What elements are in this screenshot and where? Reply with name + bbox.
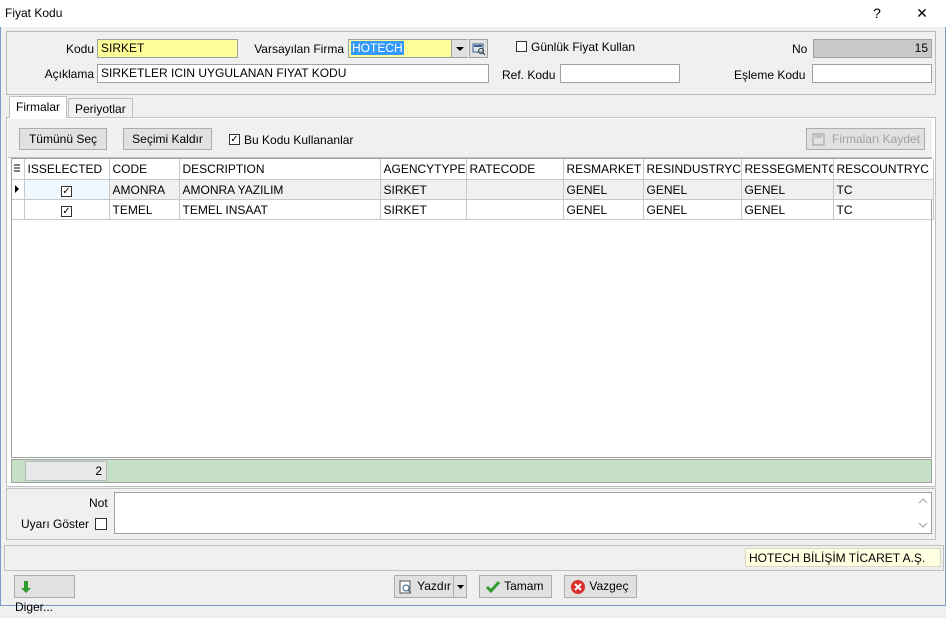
aciklama-field[interactable]: SIRKETLER ICIN UYGULANAN FIYAT KODU [97,64,489,83]
check-icon [485,580,501,594]
deselect-button[interactable]: Seçimi Kaldır [123,128,212,150]
grid-header-row: ISSELECTED CODE DESCRIPTION AGENCYTYPE R… [12,159,934,180]
not-label: Not [89,496,108,510]
row-indicator [12,179,25,200]
no-field: 15 [813,39,932,58]
chevron-down-icon [456,47,464,51]
col-resmarket[interactable]: RESMARKET [563,159,644,180]
cell-ressegment[interactable]: GENEL [741,179,834,200]
cell-resmarket[interactable]: GENEL [563,179,644,200]
vazgec-label: Vazgeç [589,579,629,593]
uyari-goster-label: Uyarı Göster [21,517,90,531]
help-button[interactable]: ? [854,0,900,27]
cell-isselected[interactable]: ✓ [24,179,110,200]
aciklama-label: Açıklama [44,67,94,81]
ref-kodu-label: Ref. Kodu [502,68,556,82]
col-rescountry[interactable]: RESCOUNTRYC [833,159,934,180]
row-indicator [12,199,25,220]
combo-dropdown-button[interactable] [451,40,468,57]
lookup-button[interactable] [469,39,488,58]
cell-resindustry[interactable]: GENEL [643,199,742,220]
firms-table: ISSELECTED CODE DESCRIPTION AGENCYTYPE R… [12,159,934,220]
lookup-icon [472,43,486,56]
title-bar [0,0,946,27]
gunluk-fiyat-checkbox[interactable] [516,41,527,52]
col-agencytype[interactable]: AGENCYTYPE [380,159,467,180]
tab-firmalar[interactable]: Firmalar [9,96,67,118]
arrow-down-icon [21,580,31,593]
cell-agencytype[interactable]: SIRKET [380,199,467,220]
not-textarea[interactable] [114,492,932,534]
gunluk-fiyat-label: Günlük Fiyat Kullan [531,40,636,54]
close-button[interactable]: ✕ [899,0,945,27]
diger-button[interactable]: Diger... [14,575,75,614]
tamam-button[interactable]: Tamam [479,575,552,598]
grid-footer: 2 [11,459,932,483]
cell-resmarket[interactable]: GENEL [563,199,644,220]
cell-isselected[interactable]: ✓ [24,199,110,220]
grid-indicator-header[interactable] [12,159,25,180]
company-name: HOTECH BİLİŞİM TİCARET A.Ş. [745,548,941,567]
column-chooser-icon [14,164,20,172]
cell-rescountry[interactable]: TC [833,199,934,220]
chevron-down-icon [457,585,464,589]
table-row[interactable]: ✓ AMONRA AMONRA YAZILIM SIRKET GENEL GEN… [12,179,934,200]
select-all-button[interactable]: Tümünü Seç [19,128,107,150]
bu-kodu-kullananlar-label: Bu Kodu Kullananlar [244,133,354,147]
tab-periyotlar[interactable]: Periyotlar [68,98,133,118]
scroll-arrows-icon [918,498,928,528]
cell-rescountry[interactable]: TC [833,179,934,200]
save-firms-button[interactable]: Firmaları Kaydet [806,128,925,150]
diger-label: Diger... [15,600,54,614]
print-preview-icon [399,580,412,594]
cancel-icon [571,579,585,594]
col-isselected[interactable]: ISSELECTED [24,159,110,180]
cell-ressegment[interactable]: GENEL [741,199,834,220]
save-icon [812,133,825,146]
varsayilan-firma-label: Varsayılan Firma [254,42,344,56]
cell-description[interactable]: TEMEL INSAAT [179,199,381,220]
col-ressegment[interactable]: RESSEGMENTC [741,159,834,180]
yazdir-label: Yazdır [417,579,451,593]
firms-grid[interactable]: ISSELECTED CODE DESCRIPTION AGENCYTYPE R… [11,158,934,458]
col-description[interactable]: DESCRIPTION [179,159,381,180]
bu-kodu-kullananlar-checkbox[interactable]: ✓ [229,134,240,145]
window-title: Fiyat Kodu [5,6,63,20]
cell-description[interactable]: AMONRA YAZILIM [179,179,381,200]
row-checkbox[interactable]: ✓ [61,185,72,197]
uyari-goster-checkbox[interactable] [95,518,107,530]
tamam-label: Tamam [504,579,544,593]
cell-ratecode[interactable] [466,179,564,200]
vazgec-button[interactable]: Vazgeç [564,575,637,598]
yazdir-dropdown[interactable] [453,576,467,597]
current-row-icon [15,184,19,193]
col-resindustry[interactable]: RESINDUSTRYC [643,159,742,180]
varsayilan-firma-value: HOTECH [351,41,404,55]
save-firms-label: Firmaları Kaydet [831,132,920,146]
cell-code[interactable]: TEMEL [109,199,180,220]
esleme-kodu-field[interactable] [812,64,932,83]
cell-ratecode[interactable] [466,199,564,220]
row-checkbox[interactable]: ✓ [61,205,72,217]
kodu-label: Kodu [65,42,94,56]
cell-agencytype[interactable]: SIRKET [380,179,467,200]
col-ratecode[interactable]: RATECODE [466,159,564,180]
varsayilan-firma-combo[interactable]: HOTECH [348,39,468,58]
esleme-kodu-label: Eşleme Kodu [734,68,806,82]
table-row[interactable]: ✓ TEMEL TEMEL INSAAT SIRKET GENEL GENEL … [12,199,934,220]
kodu-field[interactable]: SIRKET [97,39,238,58]
col-code[interactable]: CODE [109,159,180,180]
yazdir-button[interactable]: Yazdır [394,575,467,598]
no-label: No [792,42,808,56]
row-count: 2 [25,461,107,481]
ref-kodu-field[interactable] [560,64,680,83]
cell-code[interactable]: AMONRA [109,179,180,200]
notes-scrollbar[interactable] [916,494,930,532]
cell-resindustry[interactable]: GENEL [643,179,742,200]
